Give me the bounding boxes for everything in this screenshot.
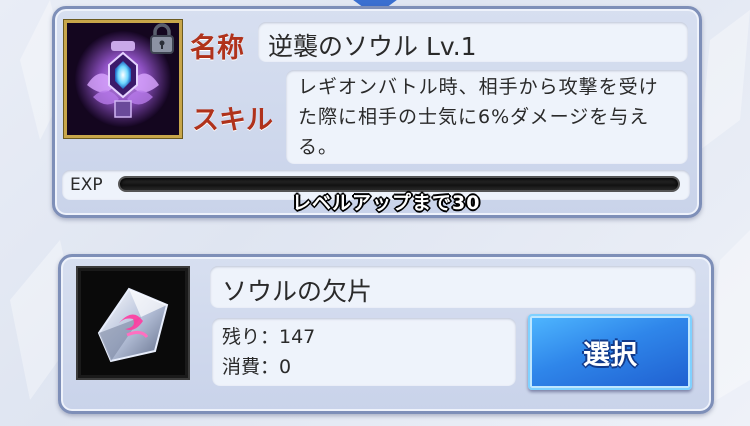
soul-name-value: 逆襲のソウル Lv.1 bbox=[258, 22, 688, 62]
soul-shard-icon bbox=[81, 271, 185, 375]
material-stats: 残り：147 消費：0 bbox=[212, 318, 516, 386]
name-label: 名称 bbox=[190, 33, 244, 64]
exp-remaining-text: レベルアップまで30 bbox=[292, 192, 481, 214]
select-button-label: 選択 bbox=[583, 339, 637, 371]
remaining-count: 残り：147 bbox=[222, 326, 316, 348]
shard-thumbnail bbox=[78, 268, 188, 378]
material-name: ソウルの欠片 bbox=[210, 266, 696, 308]
skill-label: スキル bbox=[192, 105, 273, 136]
consumed-count: 消費：0 bbox=[222, 356, 292, 378]
skill-description: レギオンバトル時、相手から攻撃を受けた際に相手の士気に6%ダメージを与える。 bbox=[286, 70, 688, 164]
lock-icon[interactable] bbox=[148, 22, 176, 56]
exp-label: EXP bbox=[70, 175, 103, 195]
select-button[interactable]: 選択 bbox=[528, 314, 692, 390]
